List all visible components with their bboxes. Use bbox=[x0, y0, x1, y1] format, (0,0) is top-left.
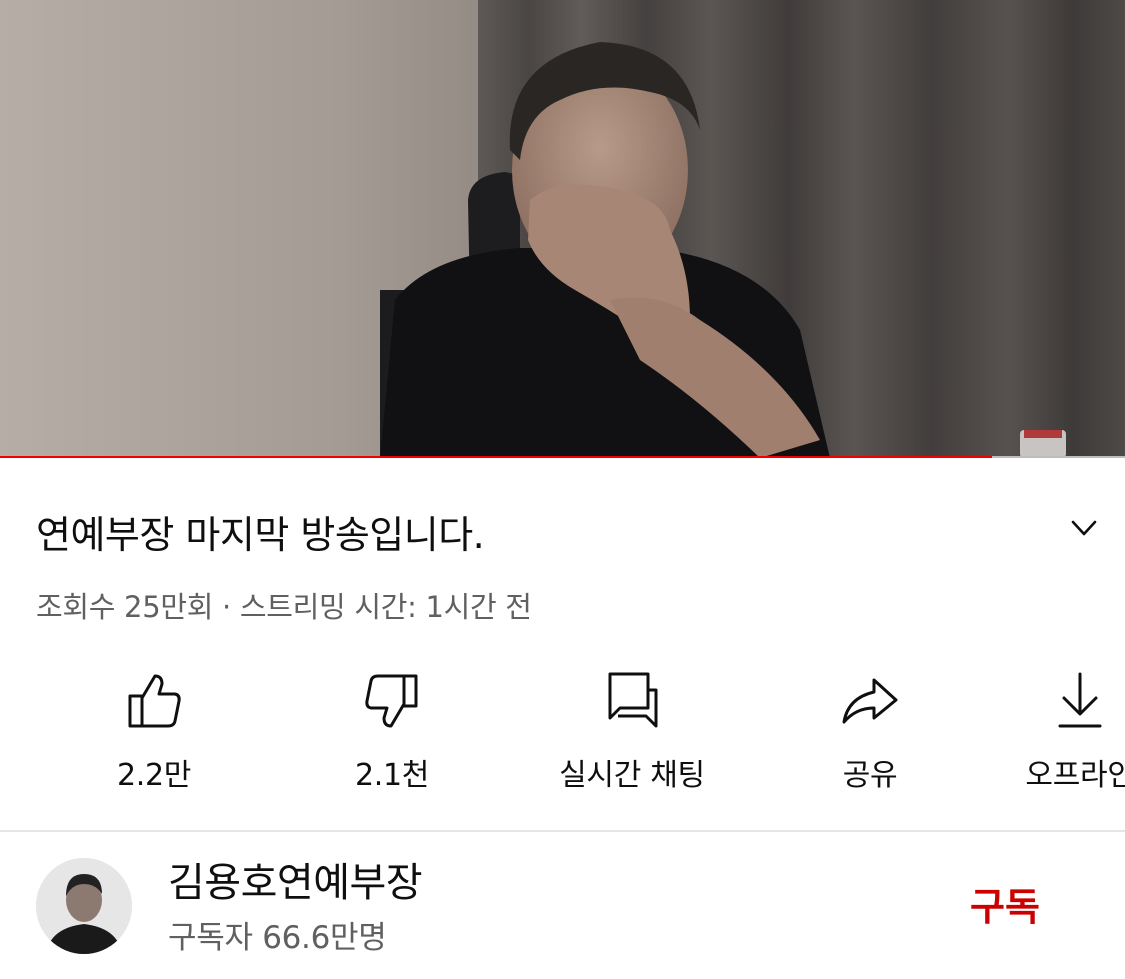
download-icon bbox=[1058, 672, 1102, 728]
thumbs-up-icon bbox=[128, 674, 181, 728]
live-chat-icon bbox=[608, 672, 658, 728]
channel-avatar[interactable] bbox=[36, 858, 132, 954]
video-title[interactable]: 연예부장 마지막 방송입니다. bbox=[36, 504, 485, 559]
share-button[interactable]: 공유 bbox=[760, 668, 980, 794]
offline-label: 오프라인 bbox=[1025, 758, 1125, 793]
channel-name[interactable]: 김용호연예부장 bbox=[168, 850, 423, 908]
live-chat-label: 실시간 채팅 bbox=[559, 758, 705, 793]
thumbs-down-icon bbox=[365, 674, 418, 728]
progress-bar-fill bbox=[0, 456, 993, 458]
share-label: 공유 bbox=[842, 758, 898, 793]
dislike-count: 2.1천 bbox=[354, 758, 430, 793]
share-icon bbox=[842, 678, 898, 724]
video-frame-image bbox=[0, 0, 1125, 458]
section-divider bbox=[0, 830, 1125, 832]
subscribe-button[interactable]: 구독 bbox=[960, 876, 1050, 931]
live-chat-button[interactable]: 실시간 채팅 bbox=[522, 668, 742, 794]
video-meta: 조회수 25만회 · 스트리밍 시간: 1시간 전 bbox=[36, 590, 532, 624]
subscriber-count: 구독자 66.6만명 bbox=[168, 920, 387, 956]
dislike-button[interactable]: 2.1천 bbox=[282, 668, 502, 794]
video-player[interactable] bbox=[0, 0, 1125, 458]
like-count: 2.2만 bbox=[116, 758, 192, 793]
offline-download-button[interactable]: 오프라인 bbox=[1000, 668, 1125, 794]
progress-bar[interactable] bbox=[0, 456, 1125, 458]
like-button[interactable]: 2.2만 bbox=[44, 668, 264, 794]
avatar-image bbox=[36, 858, 132, 954]
chevron-down-icon[interactable] bbox=[1066, 510, 1102, 546]
